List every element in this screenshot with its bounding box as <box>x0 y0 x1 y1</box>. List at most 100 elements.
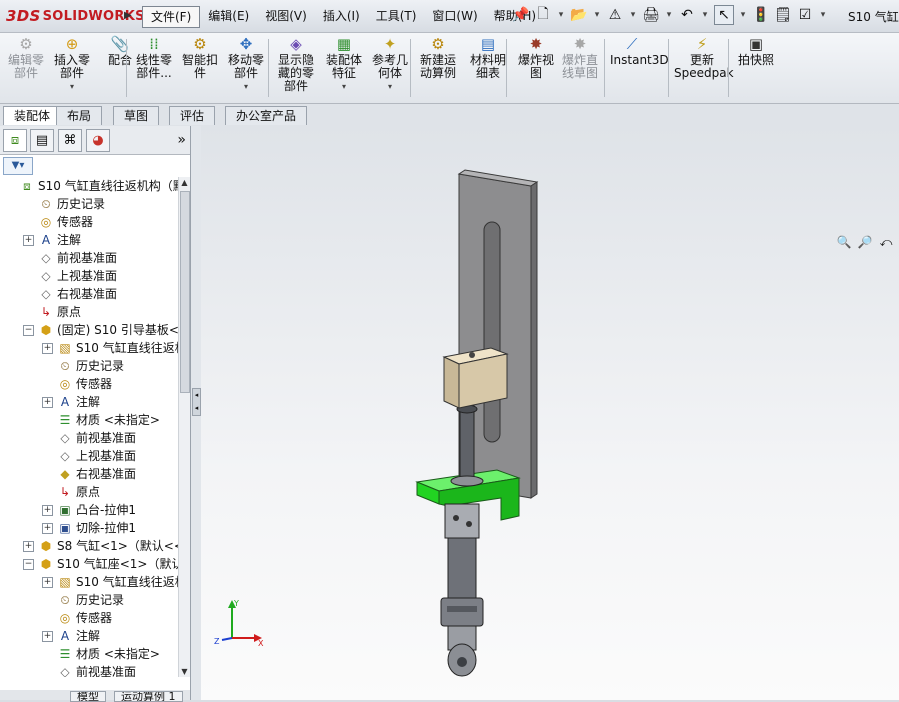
pin-icon[interactable]: 📌 <box>512 6 530 24</box>
menu-item-5[interactable]: 窗口(W) <box>424 6 485 26</box>
bottom-tab-1[interactable]: 运动算例 1 <box>114 691 183 702</box>
menu-item-2[interactable]: 视图(V) <box>257 6 315 26</box>
tree-row[interactable]: −⬢ S10 气缸座<1>（默认<< <box>0 555 178 573</box>
tab-4[interactable]: 办公室产品 <box>225 106 308 125</box>
undo-icon[interactable]: ↶ <box>678 6 696 24</box>
bottom-tab-0[interactable]: 模型 <box>70 691 106 702</box>
expand-icon[interactable]: + <box>42 343 53 354</box>
scroll-down-icon[interactable]: ▼ <box>179 666 190 677</box>
collapse-icon[interactable]: − <box>23 325 34 336</box>
expand-icon[interactable]: + <box>42 577 53 588</box>
tree-row[interactable]: ☰ 材质 <未指定> <box>0 411 178 429</box>
expand-icon[interactable]: + <box>23 541 34 552</box>
collapse-pane-icon[interactable]: ◂ ◂ <box>192 388 201 416</box>
traffic-light-icon[interactable]: 🚦 <box>752 6 770 24</box>
tree-row[interactable]: ◇ 上视基准面 <box>0 447 178 465</box>
menu-item-1[interactable]: 编辑(E) <box>200 6 257 26</box>
edit-component-button[interactable]: ⚙ 编辑零 部件 <box>4 35 48 80</box>
motion-study-button[interactable]: ⚙ 新建运 动算例 <box>416 35 460 80</box>
expand-icon[interactable]: + <box>42 505 53 516</box>
zoom-to-fit-icon[interactable]: 🔍 <box>836 234 852 250</box>
tree-row[interactable]: ⏲ 历史记录 <box>0 591 178 609</box>
menu-item-3[interactable]: 插入(I) <box>315 6 368 26</box>
dropdown-arrow-icon[interactable]: ▾ <box>50 80 94 93</box>
tab-2[interactable]: 草图 <box>113 106 160 125</box>
tree-row[interactable]: ◇ 右视基准面 <box>0 285 178 303</box>
tree-scrollbar[interactable]: ▲ ▼ <box>178 177 190 677</box>
tree-row[interactable]: + ⬢ S8 气缸<1>（默认<<默认 <box>0 537 178 555</box>
zoom-to-area-icon[interactable]: 🔎 <box>857 234 873 250</box>
tree-row[interactable]: ⏲ 历史记录 <box>0 195 178 213</box>
tree-row[interactable]: + A 注解 <box>0 393 178 411</box>
file-properties-icon[interactable]: 🗒 <box>774 6 792 24</box>
tree-row[interactable]: ◇ 上视基准面 <box>0 267 178 285</box>
collapse-icon[interactable]: − <box>23 559 34 570</box>
tree-row[interactable]: + ▣ 凸台-拉伸1 <box>0 501 178 519</box>
menu-item-4[interactable]: 工具(T) <box>368 6 425 26</box>
slide-block[interactable] <box>442 347 509 409</box>
expand-icon[interactable]: + <box>42 631 53 642</box>
tab-1[interactable]: 布局 <box>56 106 103 125</box>
select-pointer-icon[interactable]: ↖ <box>714 5 734 25</box>
dropdown-arrow-icon[interactable]: ▾ <box>224 80 268 93</box>
linear-pattern-button[interactable]: ⁞⁞ 线性零 部件... <box>132 35 176 80</box>
bom-button[interactable]: ▤ 材料明 细表 <box>466 35 510 80</box>
expand-icon[interactable]: + <box>23 235 34 246</box>
options-icon[interactable]: ☑ <box>796 6 814 24</box>
print-icon[interactable]: 🖨 <box>642 6 660 24</box>
menu-item-0[interactable]: 文件(F) <box>142 6 201 28</box>
assembly-feature-button[interactable]: ▦ 装配体 特征 ▾ <box>322 35 366 93</box>
filter-icon[interactable]: ▼▾ <box>3 157 33 175</box>
rebuild-dropdown-icon[interactable]: ▾ <box>628 6 638 24</box>
dropdown-arrow-icon[interactable]: ▾ <box>368 80 412 93</box>
tree-row[interactable]: + A 注解 <box>0 231 178 249</box>
options-dropdown-icon[interactable]: ▾ <box>818 6 828 24</box>
expand-icon[interactable]: + <box>42 523 53 534</box>
tree-row[interactable]: + A 注解 <box>0 627 178 645</box>
tree-row[interactable]: ☰ 材质 <未指定> <box>0 645 178 663</box>
tree-row[interactable]: + ▧ S10 气缸直线往返机构 <box>0 339 178 357</box>
tree-row[interactable]: ◆ 右视基准面 <box>0 465 178 483</box>
tree-row[interactable]: ⧈ S10 气缸直线往返机构（默认 <box>0 177 178 195</box>
move-component-button[interactable]: ✥ 移动零 部件 ▾ <box>224 35 268 93</box>
open-dropdown-icon[interactable]: ▾ <box>592 6 602 24</box>
graphics-area[interactable]: 🔍 🔎 ⤺ ▥ ▣ ▾ ◧ ▾ 👓 ▾ ◕ ✿ ▾ <box>201 126 899 700</box>
undo-dropdown-icon[interactable]: ▾ <box>700 6 710 24</box>
exploded-view-button[interactable]: ✸ 爆炸视 图 <box>514 35 558 80</box>
tree-row[interactable]: ◎ 传感器 <box>0 213 178 231</box>
expand-icon[interactable]: + <box>42 397 53 408</box>
reference-geometry-button[interactable]: ✦ 参考几 何体 ▾ <box>368 35 412 93</box>
scroll-up-icon[interactable]: ▲ <box>179 177 190 188</box>
assembly-model[interactable] <box>201 126 899 700</box>
explode-line-button[interactable]: ✸ 爆炸直 线草图 <box>558 35 602 80</box>
dropdown-arrow-icon[interactable]: ▾ <box>322 80 366 93</box>
insert-component-button[interactable]: ⊕ 插入零 部件 ▾ <box>50 35 94 93</box>
select-dropdown-icon[interactable]: ▾ <box>738 6 748 24</box>
new-dropdown-icon[interactable]: ▾ <box>556 6 566 24</box>
logo-menu-arrow-icon[interactable]: ▶ <box>124 10 132 21</box>
configuration-manager-tab-icon[interactable]: ⌘ <box>58 129 82 152</box>
property-manager-tab-icon[interactable]: ▤ <box>30 129 54 152</box>
tree-row[interactable]: ◇ 前视基准面 <box>0 663 178 677</box>
scroll-thumb[interactable] <box>180 191 190 393</box>
tree-row[interactable]: ↳ 原点 <box>0 303 178 321</box>
tab-0[interactable]: 装配体 <box>3 106 62 125</box>
tree-row[interactable]: ◎ 传感器 <box>0 375 178 393</box>
rebuild-icon[interactable]: ⚠ <box>606 6 624 24</box>
tree-row[interactable]: ◇ 前视基准面 <box>0 429 178 447</box>
tree-row[interactable]: + ▣ 切除-拉伸1 <box>0 519 178 537</box>
air-cylinder[interactable] <box>440 503 484 677</box>
appearance-tab-icon[interactable]: ◕ <box>86 129 110 152</box>
snapshot-button[interactable]: ▣ 拍快照 <box>734 35 778 67</box>
new-document-icon[interactable]: 🗋 <box>534 6 552 24</box>
print-dropdown-icon[interactable]: ▾ <box>664 6 674 24</box>
more-tabs-chevron-icon[interactable]: » <box>177 132 186 148</box>
speedpak-button[interactable]: ⚡ 更新 Speedpak <box>674 35 734 80</box>
tree-row[interactable]: −⬢ (固定) S10 引导基板<1> <box>0 321 178 339</box>
open-folder-icon[interactable]: 📂 <box>570 6 588 24</box>
tree-row[interactable]: + ▧ S10 气缸直线往返机构 <box>0 573 178 591</box>
tree-row[interactable]: ◎ 传感器 <box>0 609 178 627</box>
feature-tree-tab-icon[interactable]: ⧈ <box>3 129 27 152</box>
previous-view-icon[interactable]: ⤺ <box>878 234 894 250</box>
show-hidden-button[interactable]: ◈ 显示隐 藏的零 部件 <box>274 35 318 93</box>
